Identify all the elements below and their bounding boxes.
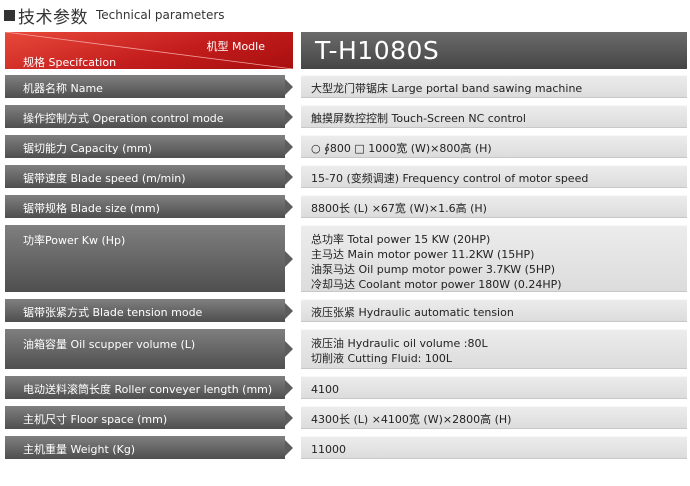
spec-row-label-text: 锯带张紧方式 Blade tension mode — [23, 306, 203, 319]
spec-row-value-line: 11000 — [311, 443, 346, 456]
spec-row-label: 电动送料滚筒长度 Roller conveyer length (mm) — [5, 376, 285, 399]
spec-row-value-line: 液压张紧 Hydraulic automatic tension — [311, 306, 514, 319]
spec-row-label: 功率Power Kw (Hp) — [5, 225, 285, 292]
spec-row-value-line: 触摸屏数控控制 Touch-Screen NC control — [311, 112, 526, 125]
spec-row-label-text: 油箱容量 Oil scupper volume (L) — [23, 338, 196, 351]
model-header-label: 机型 Modle — [206, 40, 265, 53]
model-header-row: 机型 Modle 规格 Specifcation T-H1080S — [5, 32, 687, 69]
spec-row-value: 4100 — [301, 376, 687, 399]
square-bullet-icon — [4, 9, 15, 21]
spec-row-label-text: 操作控制方式 Operation control mode — [23, 112, 224, 125]
spec-row: 操作控制方式 Operation control mode 触摸屏数控控制 Tou… — [5, 105, 687, 128]
spec-row-value: 8800长 (L) ×67宽 (W)×1.6高 (H) — [301, 195, 687, 218]
spec-row-value-line: 4100 — [311, 383, 339, 396]
spec-row-value-line: 切削液 Cutting Fluid: 100L — [311, 352, 453, 365]
spec-row-value: 总功率 Total power 15 KW (20HP) 主马达 Main mot… — [301, 225, 687, 292]
spec-row-value-line: 8800长 (L) ×67宽 (W)×1.6高 (H) — [311, 202, 487, 215]
spec-row-label: 锯切能力 Capacity (mm) — [5, 135, 285, 158]
spec-row-value: 15-70 (变频调速) Frequency control of motor … — [301, 165, 687, 188]
spec-row-label-text: 主机尺寸 Floor space (mm) — [23, 413, 168, 426]
spec-row-label-text: 机器名称 Name — [23, 82, 103, 95]
model-spec-header-cell: 机型 Modle 规格 Specifcation — [5, 32, 293, 69]
section-title-en: Technical parameters — [96, 8, 225, 22]
spec-row-value-line: 15-70 (变频调速) Frequency control of motor … — [311, 172, 589, 185]
spec-row-label-text: 主机重量 Weight (Kg) — [23, 443, 136, 456]
spec-row-label: 锯带张紧方式 Blade tension mode — [5, 299, 285, 322]
spec-row: 功率Power Kw (Hp) 总功率 Total power 15 KW (20… — [5, 225, 687, 292]
spec-header-label: 规格 Specifcation — [23, 56, 117, 69]
spec-row: 机器名称 Name 大型龙门带锯床 Large portal band sawin… — [5, 75, 687, 98]
spec-row: 锯切能力 Capacity (mm) ○ ∮800 □ 1000宽 (W)×800… — [5, 135, 687, 158]
spec-row-value-line: 冷却马达 Coolant motor power 180W (0.24HP) — [311, 278, 562, 291]
spec-row-value-line: ○ ∮800 □ 1000宽 (W)×800高 (H) — [311, 142, 492, 155]
spec-row-value: 液压张紧 Hydraulic automatic tension — [301, 299, 687, 322]
spec-row-value-line: 大型龙门带锯床 Large portal band sawing machine — [311, 82, 583, 95]
spec-row-label: 操作控制方式 Operation control mode — [5, 105, 285, 128]
spec-row-label-text: 功率Power Kw (Hp) — [23, 234, 126, 247]
section-title-zh: 技术参数 — [18, 7, 88, 28]
spec-row: 主机尺寸 Floor space (mm) 4300长 (L) ×4100宽 (W… — [5, 406, 687, 429]
spec-row-value: 液压油 Hydraulic oil volume :80L 切削液 Cutting… — [301, 329, 687, 369]
spec-row-label-text: 电动送料滚筒长度 Roller conveyer length (mm) — [23, 383, 273, 396]
spec-row-value-line: 4300长 (L) ×4100宽 (W)×2800高 (H) — [311, 413, 512, 426]
spec-row-value-line: 总功率 Total power 15 KW (20HP) — [311, 233, 491, 246]
spec-row-label-text: 锯切能力 Capacity (mm) — [23, 142, 153, 155]
section-header: 技术参数 Technical parameters — [4, 3, 225, 28]
spec-table: 机型 Modle 规格 Specifcation T-H1080S 机器名称 N… — [5, 32, 687, 459]
spec-row-label: 锯带速度 Blade speed (m/min) — [5, 165, 285, 188]
spec-row-label-text: 锯带规格 Blade size (mm) — [23, 202, 160, 215]
spec-row-label: 主机重量 Weight (Kg) — [5, 436, 285, 459]
spec-row-value: 11000 — [301, 436, 687, 459]
spec-row-label: 主机尺寸 Floor space (mm) — [5, 406, 285, 429]
spec-row-value-line: 油泵马达 Oil pump motor power 3.7KW (5HP) — [311, 263, 556, 276]
spec-row-value-line: 液压油 Hydraulic oil volume :80L — [311, 337, 488, 350]
spec-row: 油箱容量 Oil scupper volume (L) 液压油 Hydraulic… — [5, 329, 687, 369]
spec-row: 锯带速度 Blade speed (m/min) 15-70 (变频调速) Fre… — [5, 165, 687, 188]
spec-row-value-line: 主马达 Main motor power 11.2KW (15HP) — [311, 248, 535, 261]
spec-row-label: 锯带规格 Blade size (mm) — [5, 195, 285, 218]
spec-row-value: 大型龙门带锯床 Large portal band sawing machine — [301, 75, 687, 98]
spec-row-label: 机器名称 Name — [5, 75, 285, 98]
spec-row-label-text: 锯带速度 Blade speed (m/min) — [23, 172, 186, 185]
spec-row-value: 触摸屏数控控制 Touch-Screen NC control — [301, 105, 687, 128]
spec-row: 电动送料滚筒长度 Roller conveyer length (mm) 4100 — [5, 376, 687, 399]
spec-row: 锯带规格 Blade size (mm) 8800长 (L) ×67宽 (W)×1… — [5, 195, 687, 218]
spec-row: 锯带张紧方式 Blade tension mode 液压张紧 Hydraulic … — [5, 299, 687, 322]
spec-row: 主机重量 Weight (Kg) 11000 — [5, 436, 687, 459]
spec-row-label: 油箱容量 Oil scupper volume (L) — [5, 329, 285, 369]
spec-row-value: 4300长 (L) ×4100宽 (W)×2800高 (H) — [301, 406, 687, 429]
model-value: T-H1080S — [301, 32, 687, 69]
spec-row-value: ○ ∮800 □ 1000宽 (W)×800高 (H) — [301, 135, 687, 158]
